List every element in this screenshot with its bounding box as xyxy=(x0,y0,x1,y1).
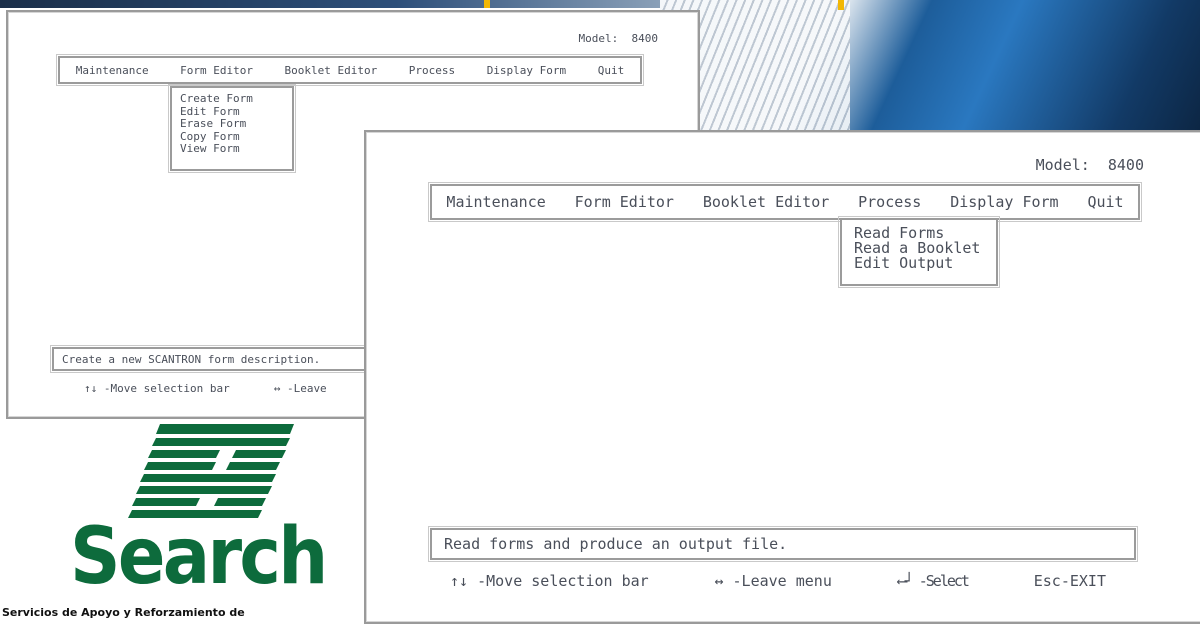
logo-wordmark: Search xyxy=(70,512,328,602)
menu-quit[interactable]: Quit xyxy=(1087,193,1123,211)
menu-maintenance[interactable]: Maintenance xyxy=(446,193,545,211)
company-logo: Search Servicios de Apoyo y Reforzamient… xyxy=(2,420,340,623)
menu-item-erase-form[interactable]: Erase Form xyxy=(180,117,292,131)
menu-quit[interactable]: Quit xyxy=(598,64,625,77)
background-artwork xyxy=(660,0,1200,140)
menu-item-view-form[interactable]: View Form xyxy=(180,142,292,156)
key-hints: ↑↓ -Move selection bar ↔ -Leave menu ⟵┘ … xyxy=(450,572,1106,590)
screen-front: Model: 8400 Maintenance Form Editor Book… xyxy=(364,130,1200,624)
menu-booklet-editor[interactable]: Booklet Editor xyxy=(703,193,829,211)
menu-item-edit-output[interactable]: Edit Output xyxy=(854,256,996,271)
menu-maintenance[interactable]: Maintenance xyxy=(76,64,149,77)
logo-tagline: Servicios de Apoyo y Reforzamiento de xyxy=(2,606,245,619)
hint-leave: ↔ -Leave xyxy=(273,382,327,395)
menu-bar: Maintenance Form Editor Booklet Editor P… xyxy=(428,182,1142,222)
hint-select: ⟵┘ -Select xyxy=(897,572,970,590)
model-label: Model: 8400 xyxy=(578,32,658,45)
accent-mark xyxy=(484,0,490,8)
key-hints: ↑↓ -Move selection bar ↔ -Leave xyxy=(84,382,327,395)
menu-item-create-form[interactable]: Create Form xyxy=(180,92,292,106)
menu-display-form[interactable]: Display Form xyxy=(950,193,1058,211)
hint-move: ↑↓ -Move selection bar xyxy=(450,572,649,590)
hint-leave: ↔ -Leave menu xyxy=(714,572,832,590)
menu-form-editor[interactable]: Form Editor xyxy=(180,64,253,77)
menu-form-editor[interactable]: Form Editor xyxy=(575,193,674,211)
menu-booklet-editor[interactable]: Booklet Editor xyxy=(285,64,378,77)
status-bar: Read forms and produce an output file. xyxy=(428,526,1138,562)
hint-exit: Esc-EXIT xyxy=(1033,572,1106,590)
process-dropdown: Read Forms Read a Booklet Edit Output xyxy=(838,216,1000,288)
menu-display-form[interactable]: Display Form xyxy=(487,64,566,77)
top-background-strip xyxy=(0,0,660,8)
model-label: Model: 8400 xyxy=(1035,156,1144,174)
menu-bar: Maintenance Form Editor Booklet Editor P… xyxy=(56,54,644,86)
menu-process[interactable]: Process xyxy=(858,193,921,211)
menu-process[interactable]: Process xyxy=(409,64,455,77)
form-editor-dropdown: Create Form Edit Form Erase Form Copy Fo… xyxy=(168,84,296,173)
accent-mark xyxy=(838,0,844,10)
hint-move: ↑↓ -Move selection bar xyxy=(84,382,230,395)
